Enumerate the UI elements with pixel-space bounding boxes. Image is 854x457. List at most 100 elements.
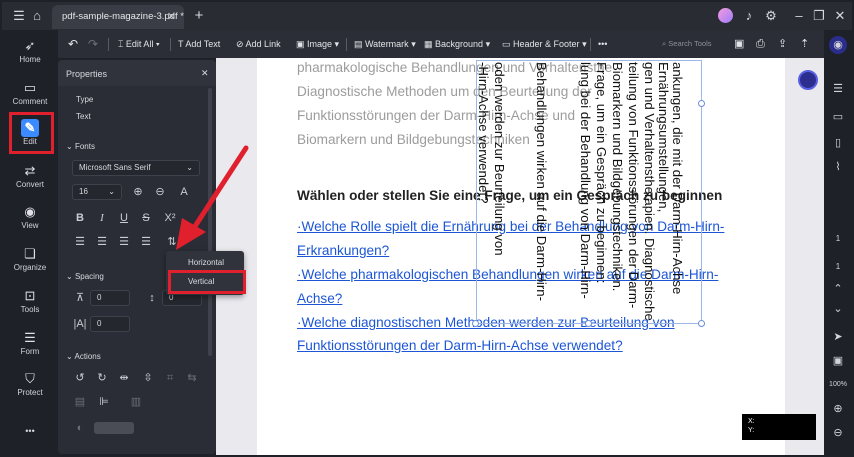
actions-section-toggle[interactable]: ⌄ Actions xyxy=(66,352,101,361)
nav-more-icon[interactable]: ••• xyxy=(4,426,56,440)
minimize-icon[interactable]: – xyxy=(790,7,808,25)
zoom-in-icon[interactable]: ⊕ xyxy=(829,400,847,418)
menu-icon[interactable]: ☰ xyxy=(10,7,28,25)
print-icon[interactable]: ⎙ xyxy=(756,30,765,58)
nav-organize[interactable]: ❏ Organize xyxy=(4,242,56,282)
avatar[interactable] xyxy=(718,8,733,23)
flip-vertical-icon[interactable]: ⇳ xyxy=(140,370,156,386)
vertical-option-highlight xyxy=(168,270,246,294)
prev-page-icon[interactable]: ⌃ xyxy=(829,280,847,298)
resize-handle[interactable] xyxy=(585,320,592,327)
resize-handle[interactable] xyxy=(472,320,479,327)
fonts-section-toggle[interactable]: ⌄ Fonts xyxy=(66,142,95,151)
nav-form[interactable]: ☰ Form xyxy=(4,326,56,366)
maximize-icon[interactable]: ❐ xyxy=(810,7,828,25)
replace-icon[interactable]: ⇆ xyxy=(184,370,200,386)
distribute-icon[interactable]: ▥ xyxy=(128,394,144,410)
header-footer-icon: ▭ xyxy=(502,39,514,49)
zoom-out-icon[interactable]: ⊖ xyxy=(829,424,847,442)
font-size-select[interactable]: 16 ⌄ xyxy=(72,184,122,200)
character-spacing-input[interactable]: 0 xyxy=(90,290,130,306)
comment-icon: ▭ xyxy=(23,80,37,95)
scale-icon: |A| xyxy=(73,318,87,330)
vertical-text-line: lung bei der Behandlung von Darm-Hirn- xyxy=(578,62,593,299)
close-tab-icon[interactable]: ✕ xyxy=(167,5,176,29)
rotate-right-icon[interactable]: ↻ xyxy=(94,370,110,386)
chat-icon[interactable]: ▭ xyxy=(829,108,847,126)
new-tab-icon[interactable]: + xyxy=(190,7,208,25)
ai-assistant-icon[interactable] xyxy=(798,70,818,90)
resize-handle[interactable] xyxy=(698,320,705,327)
nav-convert[interactable]: ⇄ Convert xyxy=(4,159,56,199)
edit-all-icon: ⌶ xyxy=(118,39,126,49)
screenshot-icon[interactable]: ▣ xyxy=(829,352,847,370)
page-icon[interactable]: ▯ xyxy=(829,134,847,152)
close-panel-icon[interactable]: ✕ xyxy=(201,68,209,79)
align-center-icon[interactable]: ☰ xyxy=(94,234,110,250)
share-icon[interactable]: ⇡ xyxy=(800,30,809,58)
toolbar-divider xyxy=(108,38,109,51)
extract-icon[interactable]: ▤ xyxy=(72,394,88,410)
ai-icon[interactable]: ◉ xyxy=(829,36,847,54)
properties-header: Properties ✕ xyxy=(58,60,216,86)
opacity-slider[interactable] xyxy=(94,422,134,434)
home-icon[interactable]: ⌂ xyxy=(28,7,46,25)
italic-icon[interactable]: I xyxy=(94,210,110,226)
background-button[interactable]: ▦ Background ▾ xyxy=(424,30,490,58)
align-left-icon[interactable]: ☰ xyxy=(72,234,88,250)
document-tab[interactable]: pdf-sample-magazine-3.pdf * ✕ xyxy=(52,5,184,29)
watermark-button[interactable]: ▤ Watermark ▾ xyxy=(354,30,416,58)
align-objects-icon[interactable]: ⊫ xyxy=(96,394,112,410)
nav-tools[interactable]: ⊡ Tools xyxy=(4,284,56,324)
type-value: Text xyxy=(76,112,91,121)
chevron-down-icon: ⌄ xyxy=(66,142,75,151)
header-footer-button[interactable]: ▭ Header & Footer ▾ xyxy=(502,30,587,58)
vertical-text-line: ankungen, die mit der Darm-Hirn-Achse xyxy=(670,62,685,295)
nav-view[interactable]: ◉ View xyxy=(4,200,56,240)
image-icon: ▣ xyxy=(296,39,308,49)
resize-handle[interactable] xyxy=(698,100,705,107)
search-tools-input[interactable]: ⌕ Search Tools xyxy=(662,30,712,58)
question-link[interactable]: Achse? xyxy=(297,291,342,306)
flip-horizontal-icon[interactable]: ⇹ xyxy=(116,370,132,386)
image-button[interactable]: ▣ Image ▾ xyxy=(296,30,339,58)
add-link-button[interactable]: ⊘ Add Link xyxy=(236,30,281,58)
rotate-left-icon[interactable]: ↺ xyxy=(72,370,88,386)
question-link[interactable]: Funktionsstörungen der Darm-Hirn-Achse v… xyxy=(297,338,623,353)
question-link[interactable]: Erkrankungen? xyxy=(297,243,389,258)
add-text-button[interactable]: T Add Text xyxy=(178,30,220,58)
zoom-in-font-icon[interactable]: ⊕ xyxy=(130,184,146,200)
redo-icon[interactable]: ↷ xyxy=(88,30,98,58)
properties-icon[interactable]: ☰ xyxy=(829,80,847,98)
align-justify-icon[interactable]: ☰ xyxy=(138,234,154,250)
nav-comment[interactable]: ▭ Comment xyxy=(4,76,56,116)
chevron-down-icon: ⌄ xyxy=(108,187,115,196)
settings-icon[interactable]: ⚙ xyxy=(762,7,780,25)
nav-protect[interactable]: ⛉ Protect xyxy=(4,367,56,407)
more-options-button[interactable]: ••• xyxy=(598,30,607,58)
edit-toolbar: ↶ ↷ ⌶ Edit All ▾ T Add Text ⊘ Add Link ▣… xyxy=(58,30,852,58)
undo-icon[interactable]: ↶ xyxy=(68,30,78,58)
nav-home[interactable]: ➶ Home xyxy=(4,34,56,74)
align-right-icon[interactable]: ☰ xyxy=(116,234,132,250)
edit-all-button[interactable]: ⌶ Edit All ▾ xyxy=(118,30,160,58)
close-window-icon[interactable]: ✕ xyxy=(831,7,849,25)
bold-icon[interactable]: B xyxy=(72,210,88,226)
zoom-out-font-icon[interactable]: ⊖ xyxy=(152,184,168,200)
bell-icon[interactable]: ♪ xyxy=(740,7,758,25)
zoom-level[interactable]: 100% xyxy=(829,376,847,394)
crop-icon[interactable]: ⌗ xyxy=(162,370,178,386)
underline-icon[interactable]: U xyxy=(116,210,132,226)
attachment-icon[interactable]: ⌇ xyxy=(829,158,847,176)
toolbar-divider xyxy=(346,38,347,51)
spacing-section-toggle[interactable]: ⌄ Spacing xyxy=(66,272,104,281)
next-page-icon[interactable]: ⌄ xyxy=(829,300,847,318)
upload-icon[interactable]: ⇪ xyxy=(778,30,787,58)
opacity-icon[interactable]: ◐ xyxy=(72,420,88,436)
save-icon[interactable]: ▣ xyxy=(734,30,744,58)
strikethrough-icon[interactable]: S xyxy=(138,210,154,226)
select-tool-icon[interactable]: ➤ xyxy=(829,328,847,346)
toolbar-divider xyxy=(170,38,171,51)
scale-input[interactable]: 0 xyxy=(90,316,130,332)
vertical-text-line: gen und Verhaltenstherapien. Diagnostisc… xyxy=(642,62,657,321)
